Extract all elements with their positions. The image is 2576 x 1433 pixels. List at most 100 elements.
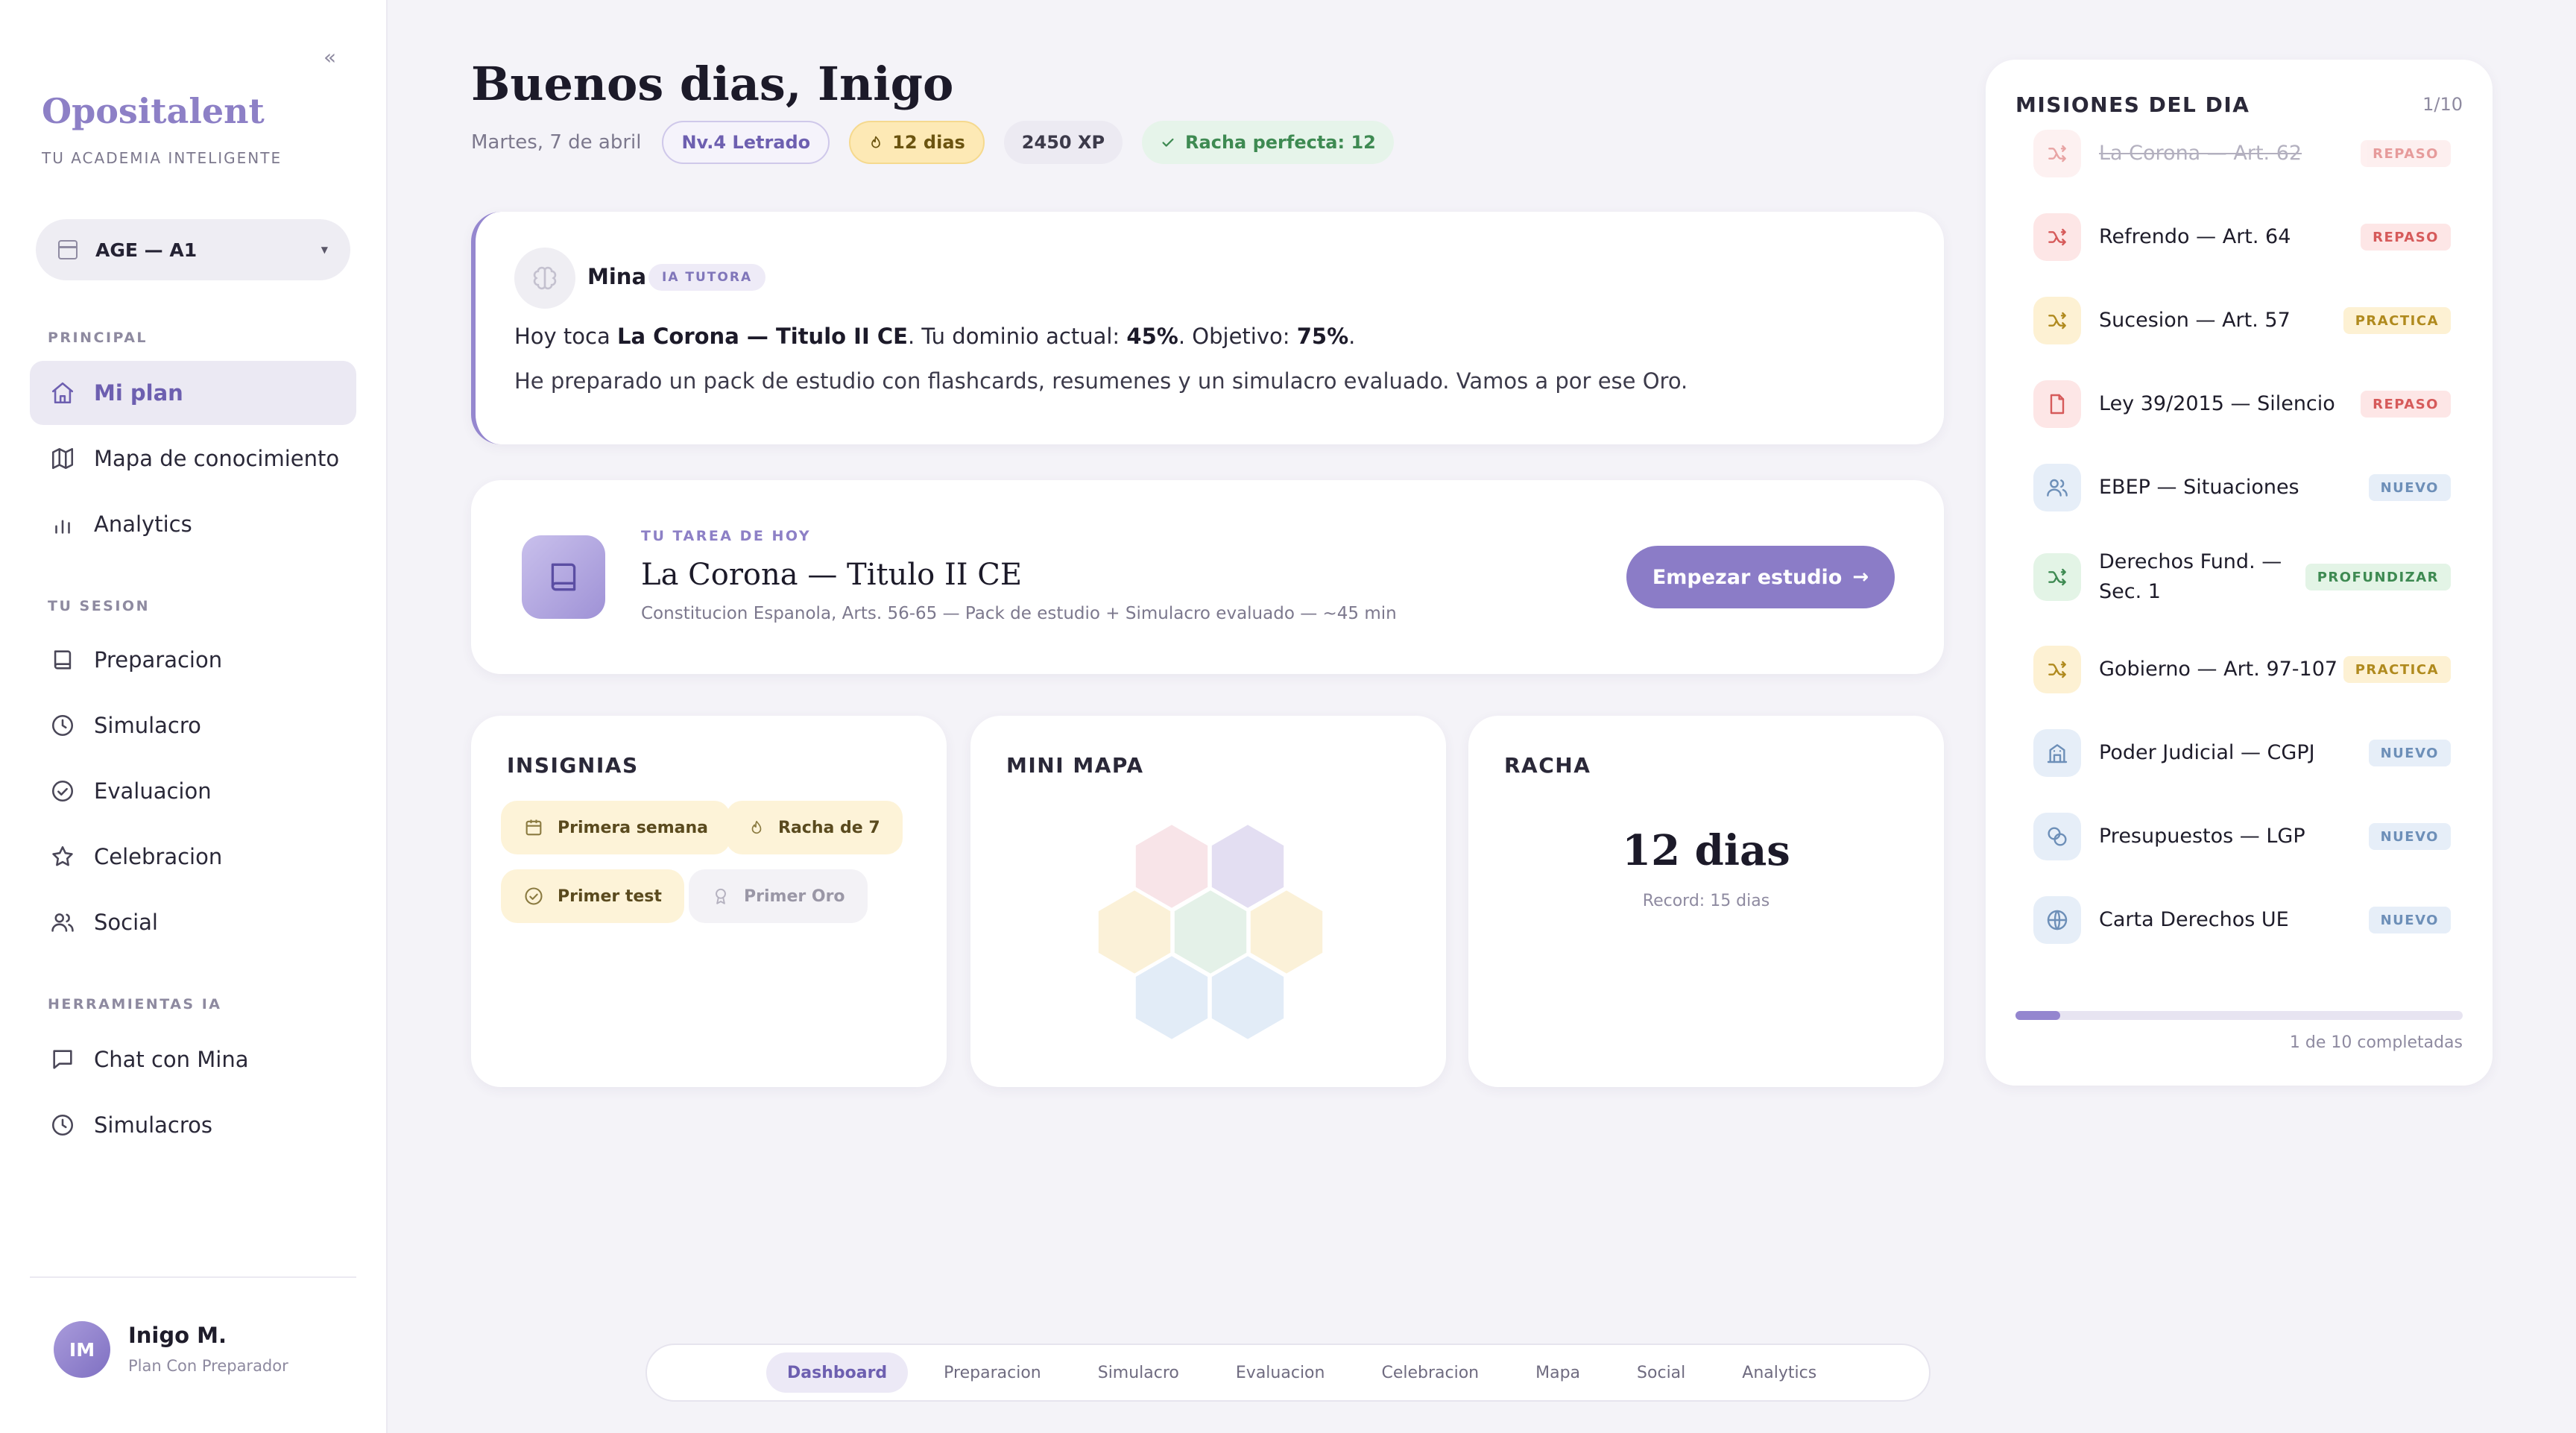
mission-item[interactable]: Carta Derechos UE NUEVO xyxy=(2033,890,2451,950)
nav-section-tu-sesion: TU SESION xyxy=(48,598,150,614)
sidebar-item-label: Evaluacion xyxy=(94,778,212,804)
topic-highlight: La Corona — Titulo II CE xyxy=(616,324,908,349)
mission-label: EBEP — Situaciones xyxy=(2099,476,2299,499)
flame-icon xyxy=(871,136,880,148)
sidebar-item-label: Simulacros xyxy=(94,1112,213,1138)
bottom-nav-social[interactable]: Social xyxy=(1616,1352,1706,1393)
collapse-sidebar-button[interactable]: « xyxy=(323,45,344,69)
mastery-value: 45% xyxy=(1126,324,1178,349)
mission-tag: REPASO xyxy=(2361,391,2451,418)
mission-label: Refrendo — Art. 64 xyxy=(2099,225,2291,248)
arrow-right-icon: → xyxy=(1852,566,1869,588)
bottom-nav-evaluacion[interactable]: Evaluacion xyxy=(1215,1352,1346,1393)
start-study-button[interactable]: Empezar estudio → xyxy=(1626,546,1895,608)
sidebar-item-label: Chat con Mina xyxy=(94,1047,249,1072)
sidebar-item-analytics[interactable]: Analytics xyxy=(30,492,356,556)
mission-item[interactable]: Gobierno — Art. 97-107 PRACTICA xyxy=(2033,640,2451,699)
task-kicker: TU TAREA DE HOY xyxy=(641,528,812,544)
nav-section-herramientas: HERRAMIENTAS IA xyxy=(48,996,222,1012)
text-fragment: . xyxy=(1348,324,1356,349)
bottom-nav-analytics[interactable]: Analytics xyxy=(1721,1352,1837,1393)
mission-label: Carta Derechos UE xyxy=(2099,908,2289,931)
mission-label: La Corona — Art. 62 xyxy=(2099,142,2302,165)
sidebar-item-celebracion[interactable]: Celebracion xyxy=(30,825,356,889)
text-fragment: . Objetivo: xyxy=(1178,324,1297,349)
mission-item[interactable]: Presupuestos — LGP NUEVO xyxy=(2033,807,2451,866)
mission-item[interactable]: Sucesion — Art. 57 PRACTICA xyxy=(2033,291,2451,350)
bar-chart-icon xyxy=(49,511,76,538)
bottom-nav-dashboard[interactable]: Dashboard xyxy=(766,1352,909,1393)
mission-tag: NUEVO xyxy=(2368,823,2451,850)
bottom-nav-preparacion[interactable]: Preparacion xyxy=(923,1352,1062,1393)
bottom-nav-celebracion[interactable]: Celebracion xyxy=(1360,1352,1500,1393)
sidebar-item-social[interactable]: Social xyxy=(30,890,356,954)
user-plan: Plan Con Preparador xyxy=(128,1357,288,1375)
badge-label: Primer Oro xyxy=(744,886,845,906)
sidebar-item-chat-mina[interactable]: Chat con Mina xyxy=(30,1027,356,1092)
document-icon xyxy=(2033,380,2081,428)
star-icon xyxy=(49,843,76,870)
missions-progress-text: 1 de 10 completadas xyxy=(2289,1033,2463,1052)
medal-icon xyxy=(711,885,730,907)
bottom-nav-simulacro[interactable]: Simulacro xyxy=(1077,1352,1200,1393)
knowledge-hex-map[interactable] xyxy=(1082,813,1336,1051)
badge-primer-oro[interactable]: Primer Oro xyxy=(689,869,868,923)
mission-item[interactable]: Refrendo — Art. 64 REPASO xyxy=(2033,207,2451,267)
streak-badge: 12 dias xyxy=(849,121,985,164)
perfect-streak-value: Racha perfecta: 12 xyxy=(1185,132,1376,153)
sidebar-item-label: Mapa de conocimiento xyxy=(94,446,340,471)
missions-progress-fill xyxy=(2015,1011,2060,1020)
mission-tag: REPASO xyxy=(2361,140,2451,167)
chat-icon xyxy=(49,1046,76,1073)
avatar[interactable]: IM xyxy=(54,1321,110,1378)
today-task-card: TU TAREA DE HOY La Corona — Titulo II CE… xyxy=(471,480,1944,674)
user-name: Inigo M. xyxy=(128,1323,227,1348)
task-subtitle: Constitucion Espanola, Arts. 56-65 — Pac… xyxy=(641,604,1397,623)
sidebar-item-mi-plan[interactable]: Mi plan xyxy=(30,361,356,425)
mission-item[interactable]: Derechos Fund. — Sec. 1 PROFUNDIZAR xyxy=(2033,547,2451,607)
sidebar-item-label: Celebracion xyxy=(94,844,223,869)
sidebar-item-mapa[interactable]: Mapa de conocimiento xyxy=(30,426,356,491)
missions-progress-bar xyxy=(2015,1011,2463,1020)
building-icon xyxy=(2033,729,2081,777)
sidebar-divider xyxy=(30,1276,356,1278)
perfect-streak-badge: Racha perfecta: 12 xyxy=(1142,121,1394,164)
mission-tag: NUEVO xyxy=(2368,740,2451,766)
sidebar-item-label: Simulacro xyxy=(94,713,201,738)
badge-primer-test[interactable]: Primer test xyxy=(501,869,684,923)
exam-selector[interactable]: AGE — A1 ▼ xyxy=(36,219,350,280)
mission-item[interactable]: La Corona — Art. 62 REPASO xyxy=(2033,124,2451,183)
sidebar-item-simulacro[interactable]: Simulacro xyxy=(30,693,356,758)
mission-item[interactable]: EBEP — Situaciones NUEVO xyxy=(2033,458,2451,517)
missions-title: MISIONES DEL DIA xyxy=(2015,92,2250,117)
mission-tag: REPASO xyxy=(2361,224,2451,251)
badge-label: Racha de 7 xyxy=(778,818,880,837)
badge-primera-semana[interactable]: Primera semana xyxy=(501,801,731,854)
mini-map-title: MINI MAPA xyxy=(1006,753,1144,778)
sidebar-item-preparacion[interactable]: Preparacion xyxy=(30,628,356,692)
mini-map-card[interactable]: MINI MAPA xyxy=(970,716,1446,1087)
badge-label: Primera semana xyxy=(558,818,709,837)
book-icon xyxy=(49,646,76,673)
mission-label: Ley 39/2015 — Silencio xyxy=(2099,392,2335,415)
mina-message-line-2: He preparado un pack de estudio con flas… xyxy=(514,368,1688,394)
sidebar-item-simulacros[interactable]: Simulacros xyxy=(30,1093,356,1157)
task-title: La Corona — Titulo II CE xyxy=(641,558,1023,592)
brand-tagline: TU ACADEMIA INTELIGENTE xyxy=(42,149,282,167)
text-fragment: . Tu dominio actual: xyxy=(907,324,1127,349)
chevron-down-icon: ▼ xyxy=(321,245,328,255)
bottom-nav-mapa[interactable]: Mapa xyxy=(1515,1352,1601,1393)
level-badge: Nv.4 Letrado xyxy=(662,121,830,164)
brain-icon xyxy=(514,248,575,309)
mission-tag: NUEVO xyxy=(2368,474,2451,501)
sidebar-item-evaluacion[interactable]: Evaluacion xyxy=(30,759,356,823)
mission-item[interactable]: Poder Judicial — CGPJ NUEVO xyxy=(2033,723,2451,783)
xp-badge: 2450 XP xyxy=(1003,121,1123,164)
badge-racha-7[interactable]: Racha de 7 xyxy=(726,801,903,854)
clock-icon xyxy=(49,1112,76,1138)
home-icon xyxy=(49,379,76,406)
mission-item[interactable]: Ley 39/2015 — Silencio REPASO xyxy=(2033,374,2451,434)
streak-value: 12 dias xyxy=(892,132,965,153)
bottom-navigation: Dashboard Preparacion Simulacro Evaluacion C… xyxy=(645,1344,1931,1402)
shuffle-icon xyxy=(2033,553,2081,601)
